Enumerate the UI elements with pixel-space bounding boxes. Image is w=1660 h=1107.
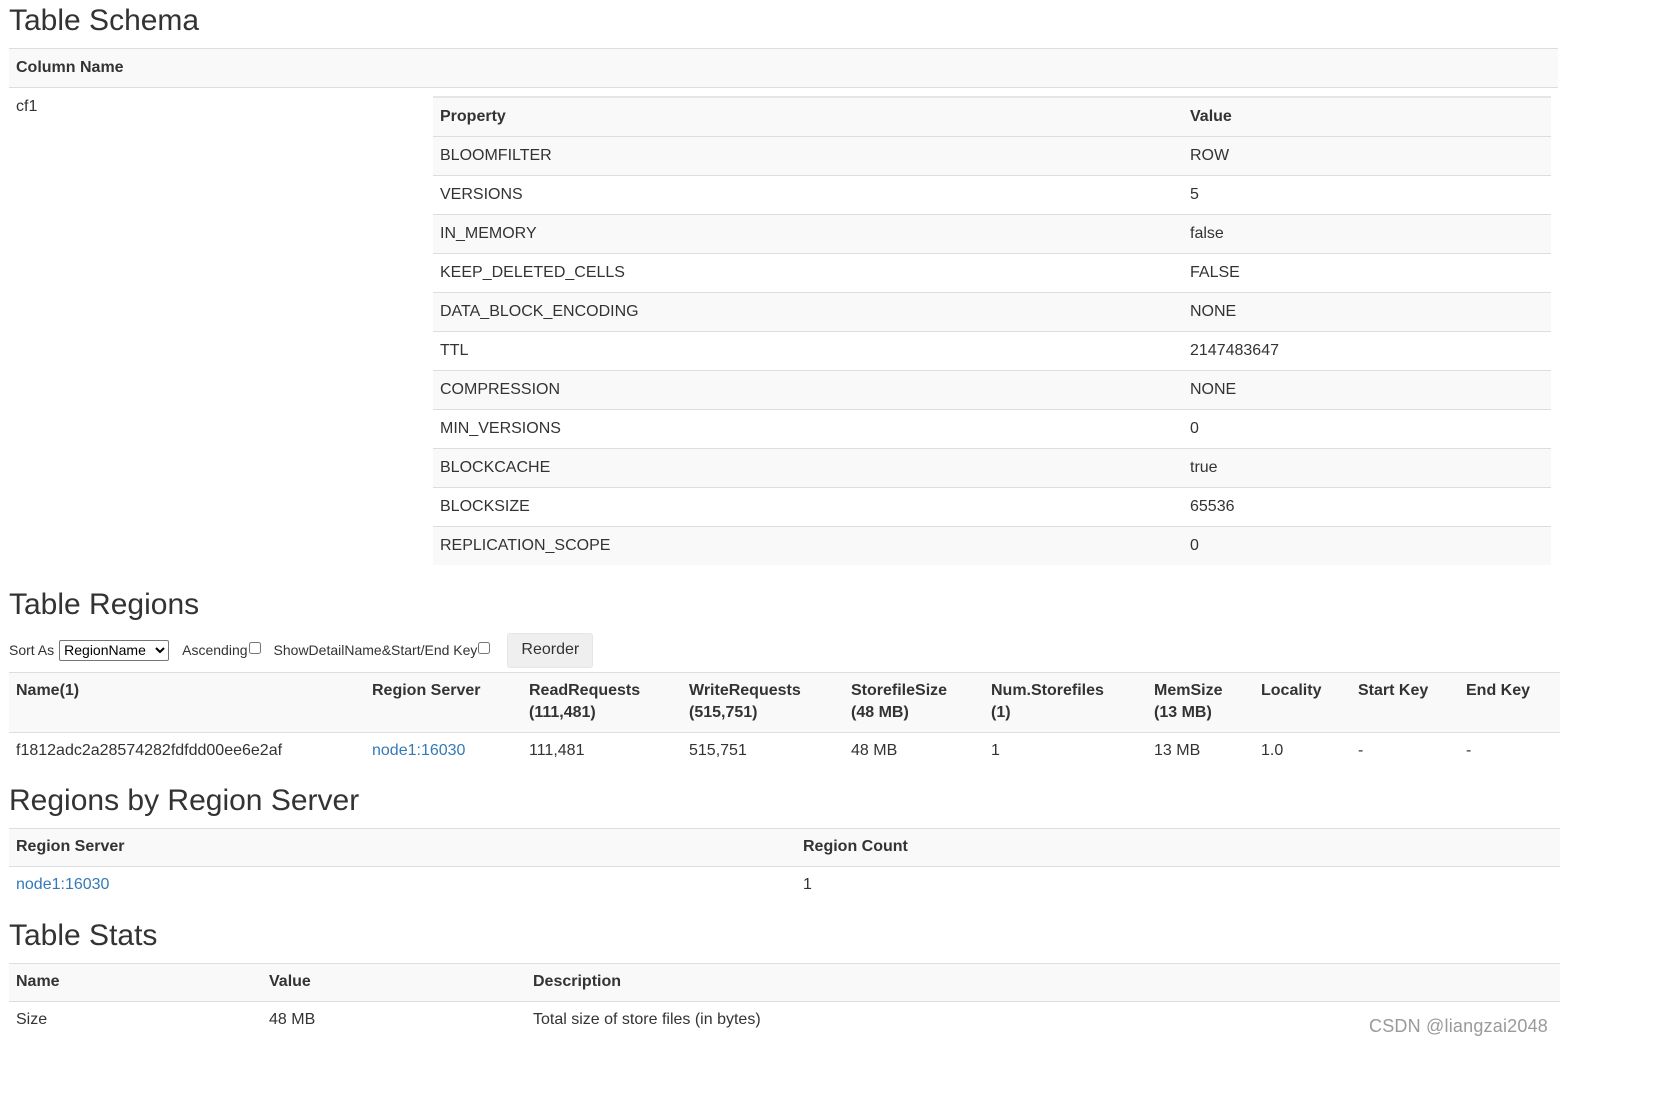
value-header: Value [1183,96,1551,137]
property-value: true [1183,448,1551,488]
property-name: VERSIONS [433,175,1183,215]
property-value: 65536 [1183,487,1551,527]
column-family-name: cf1 [16,98,38,115]
property-value: ROW [1183,136,1551,176]
property-name: COMPRESSION [433,370,1183,410]
regions-by-server-table: Region Server Region Count node1:16030 1 [9,828,1560,903]
show-detail-label: ShowDetailName&Start/End Key [273,642,478,658]
rbs-server-cell: node1:16030 [9,867,796,904]
start-key: - [1358,742,1364,759]
show-detail-checkbox[interactable] [478,642,491,654]
locality-header[interactable]: Locality [1254,672,1351,733]
property-value: 5 [1183,175,1551,215]
regions-table: Name(1) Region Server ReadRequests (111,4… [9,672,1560,769]
watermark: CSDN @liangzai2048 [1369,1016,1548,1036]
regions-by-server-title: Regions by Region Server [9,784,360,817]
table-stats-table: Name Value Description Size 48 MB Total … [9,963,1560,1038]
rbs-server-link[interactable]: node1:16030 [16,876,109,893]
stats-value: 48 MB [269,1011,316,1028]
property-value: false [1183,214,1551,254]
ascending-checkbox[interactable] [248,642,261,654]
rbs-server-header: Region Server [9,828,796,867]
property-value: NONE [1183,292,1551,332]
property-row: BLOCKCACHE true [433,448,1551,488]
property-value: NONE [1183,370,1551,410]
schema-table: Column Name cf1 Property Value BLOOMFILT… [9,48,1558,565]
region-server-header[interactable]: Region Server [365,672,522,733]
sort-as-label: Sort As [9,642,55,658]
property-row: IN_MEMORY false [433,214,1551,254]
read-requests: 111,481 [529,742,585,759]
property-value: FALSE [1183,253,1551,293]
reorder-button[interactable]: Reorder [507,632,594,668]
property-name: REPLICATION_SCOPE [433,526,1183,565]
property-row: TTL 2147483647 [433,331,1551,371]
property-row: BLOOMFILTER ROW [433,136,1551,176]
property-row: VERSIONS 5 [433,175,1551,215]
property-name: BLOOMFILTER [433,136,1183,176]
schema-column-row: cf1 Property Value BLOOMFILTER ROW VERSIO… [9,88,1558,565]
property-value: 2147483647 [1183,331,1551,371]
schema-header-row: Column Name [9,48,1558,88]
property-rows: BLOOMFILTER ROW VERSIONS 5 IN_MEMORY false … [433,136,1551,565]
property-name: BLOCKSIZE [433,487,1183,527]
stats-name-header: Name [9,963,262,1002]
column-properties-cell: Property Value BLOOMFILTER ROW VERSIONS 5 … [433,88,1558,565]
mem-size: 13 MB [1154,742,1201,759]
property-row: REPLICATION_SCOPE 0 [433,526,1551,565]
table-row: f1812adc2a28574282fdfdd00ee6e2af node1:1… [9,733,1560,770]
read-requests-header[interactable]: ReadRequests (111,481) [522,672,682,733]
property-row: COMPRESSION NONE [433,370,1551,410]
stats-name: Size [16,1011,48,1028]
property-name: KEEP_DELETED_CELLS [433,253,1183,293]
sort-as-select[interactable]: RegionName [59,639,170,661]
end-key: - [1466,742,1472,759]
property-name: BLOCKCACHE [433,448,1183,488]
table-row: node1:16030 1 [9,867,1560,904]
region-server-cell: node1:16030 [365,733,522,770]
mem-size-header[interactable]: MemSize (13 MB) [1147,672,1254,733]
ascending-label: Ascending [182,642,248,658]
property-header-row: Property Value [433,96,1551,137]
table-stats-title: Table Stats [9,919,158,952]
storefile-size: 48 MB [851,742,898,759]
table-schema-title: Table Schema [9,4,200,37]
locality: 1.0 [1261,742,1284,759]
rbs-region-count: 1 [803,876,812,893]
region-server-link[interactable]: node1:16030 [372,742,465,759]
property-row: DATA_BLOCK_ENCODING NONE [433,292,1551,332]
column-name-header: Column Name [9,48,1558,88]
property-row: KEEP_DELETED_CELLS FALSE [433,253,1551,293]
sort-bar: Sort As RegionName Ascending ShowDetailN… [9,632,594,668]
num-storefiles-header[interactable]: Num.Storefiles (1) [984,672,1147,733]
stats-header-row: Name Value Description [9,963,1560,1002]
rbs-count-header: Region Count [796,828,1560,867]
property-value: 0 [1183,409,1551,449]
property-row: BLOCKSIZE 65536 [433,487,1551,527]
region-name: f1812adc2a28574282fdfdd00ee6e2af [16,742,283,759]
storefile-size-header[interactable]: StorefileSize (48 MB) [844,672,984,733]
write-requests-header[interactable]: WriteRequests (515,751) [682,672,844,733]
property-name: MIN_VERSIONS [433,409,1183,449]
regions-header-row: Name(1) Region Server ReadRequests (111,4… [9,672,1560,733]
property-name: DATA_BLOCK_ENCODING [433,292,1183,332]
property-table: Property Value BLOOMFILTER ROW VERSIONS 5 … [433,96,1551,565]
start-key-header[interactable]: Start Key [1351,672,1459,733]
property-row: MIN_VERSIONS 0 [433,409,1551,449]
rbs-header-row: Region Server Region Count [9,828,1560,867]
property-name: TTL [433,331,1183,371]
property-name: IN_MEMORY [433,214,1183,254]
num-storefiles: 1 [991,742,1000,759]
region-name-header[interactable]: Name(1) [9,672,365,733]
stats-value-header: Value [262,963,526,1002]
write-requests: 515,751 [689,742,747,759]
end-key-header[interactable]: End Key [1459,672,1560,733]
table-row: Size 48 MB Total size of store files (in… [9,1002,1560,1039]
property-value: 0 [1183,526,1551,565]
stats-description-header: Description [526,963,1560,1002]
property-header: Property [433,96,1183,137]
table-regions-title: Table Regions [9,588,200,621]
